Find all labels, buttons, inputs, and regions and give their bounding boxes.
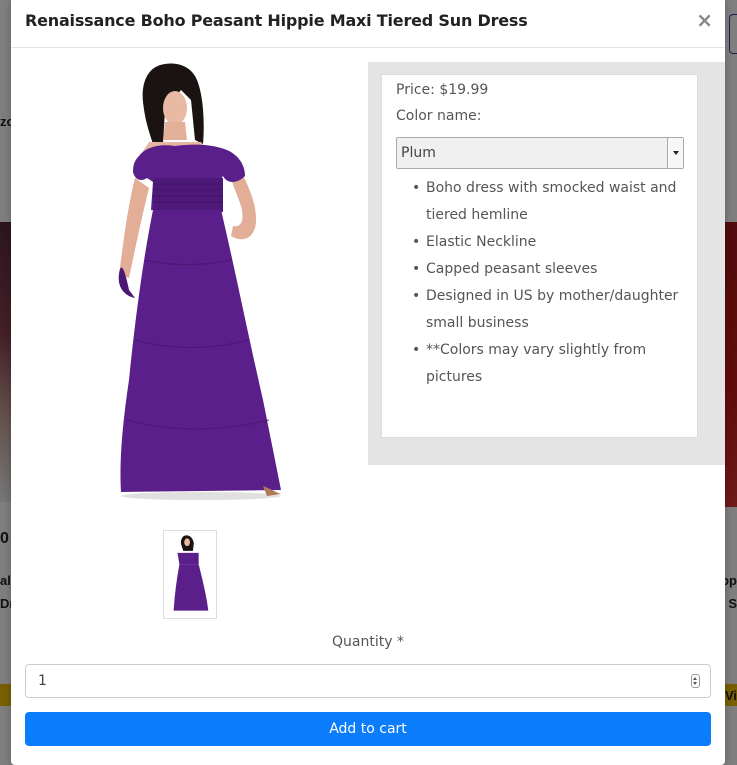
product-info-panel: Price: $19.99 Color name: Plum Boho dres… <box>368 62 725 465</box>
modal-title: Renaissance Boho Peasant Hippie Maxi Tie… <box>25 11 528 30</box>
feature-item: Elastic Neckline <box>412 229 694 256</box>
product-price: Price: $19.99 <box>396 82 489 98</box>
thumbnail-image <box>173 535 209 611</box>
modal-header: Renaissance Boho Peasant Hippie Maxi Tie… <box>11 0 725 48</box>
close-button[interactable]: × <box>696 8 713 32</box>
product-info-card: Price: $19.99 Color name: Plum Boho dres… <box>381 74 698 438</box>
feature-item: Designed in US by mother/daughter small … <box>412 283 694 337</box>
add-to-cart-button[interactable]: Add to cart <box>25 712 711 746</box>
feature-text: **Colors may vary slightly from pictures <box>426 342 647 385</box>
feature-text: Boho dress with smocked waist and tiered… <box>426 180 677 223</box>
feature-list: Boho dress with smocked waist and tiered… <box>412 175 694 391</box>
quantity-input[interactable]: 1 <box>25 664 711 698</box>
chevron-down-icon[interactable] <box>667 138 683 168</box>
feature-text: Capped peasant sleeves <box>426 261 598 277</box>
color-name-label: Color name: <box>396 108 482 124</box>
color-select[interactable]: Plum <box>396 137 684 169</box>
feature-item: Capped peasant sleeves <box>412 256 694 283</box>
quantity-stepper-icon[interactable] <box>691 674 700 688</box>
product-thumbnail[interactable] <box>163 530 217 619</box>
feature-item: Boho dress with smocked waist and tiered… <box>412 175 694 229</box>
color-select-value: Plum <box>401 145 436 161</box>
feature-text: Designed in US by mother/daughter small … <box>426 288 679 331</box>
product-quick-view-modal: Renaissance Boho Peasant Hippie Maxi Tie… <box>11 0 725 765</box>
feature-item: **Colors may vary slightly from pictures <box>412 337 694 391</box>
feature-text: Elastic Neckline <box>426 234 537 250</box>
quantity-label: Quantity * <box>332 634 404 650</box>
product-main-image <box>118 63 281 500</box>
quantity-value: 1 <box>38 673 47 689</box>
